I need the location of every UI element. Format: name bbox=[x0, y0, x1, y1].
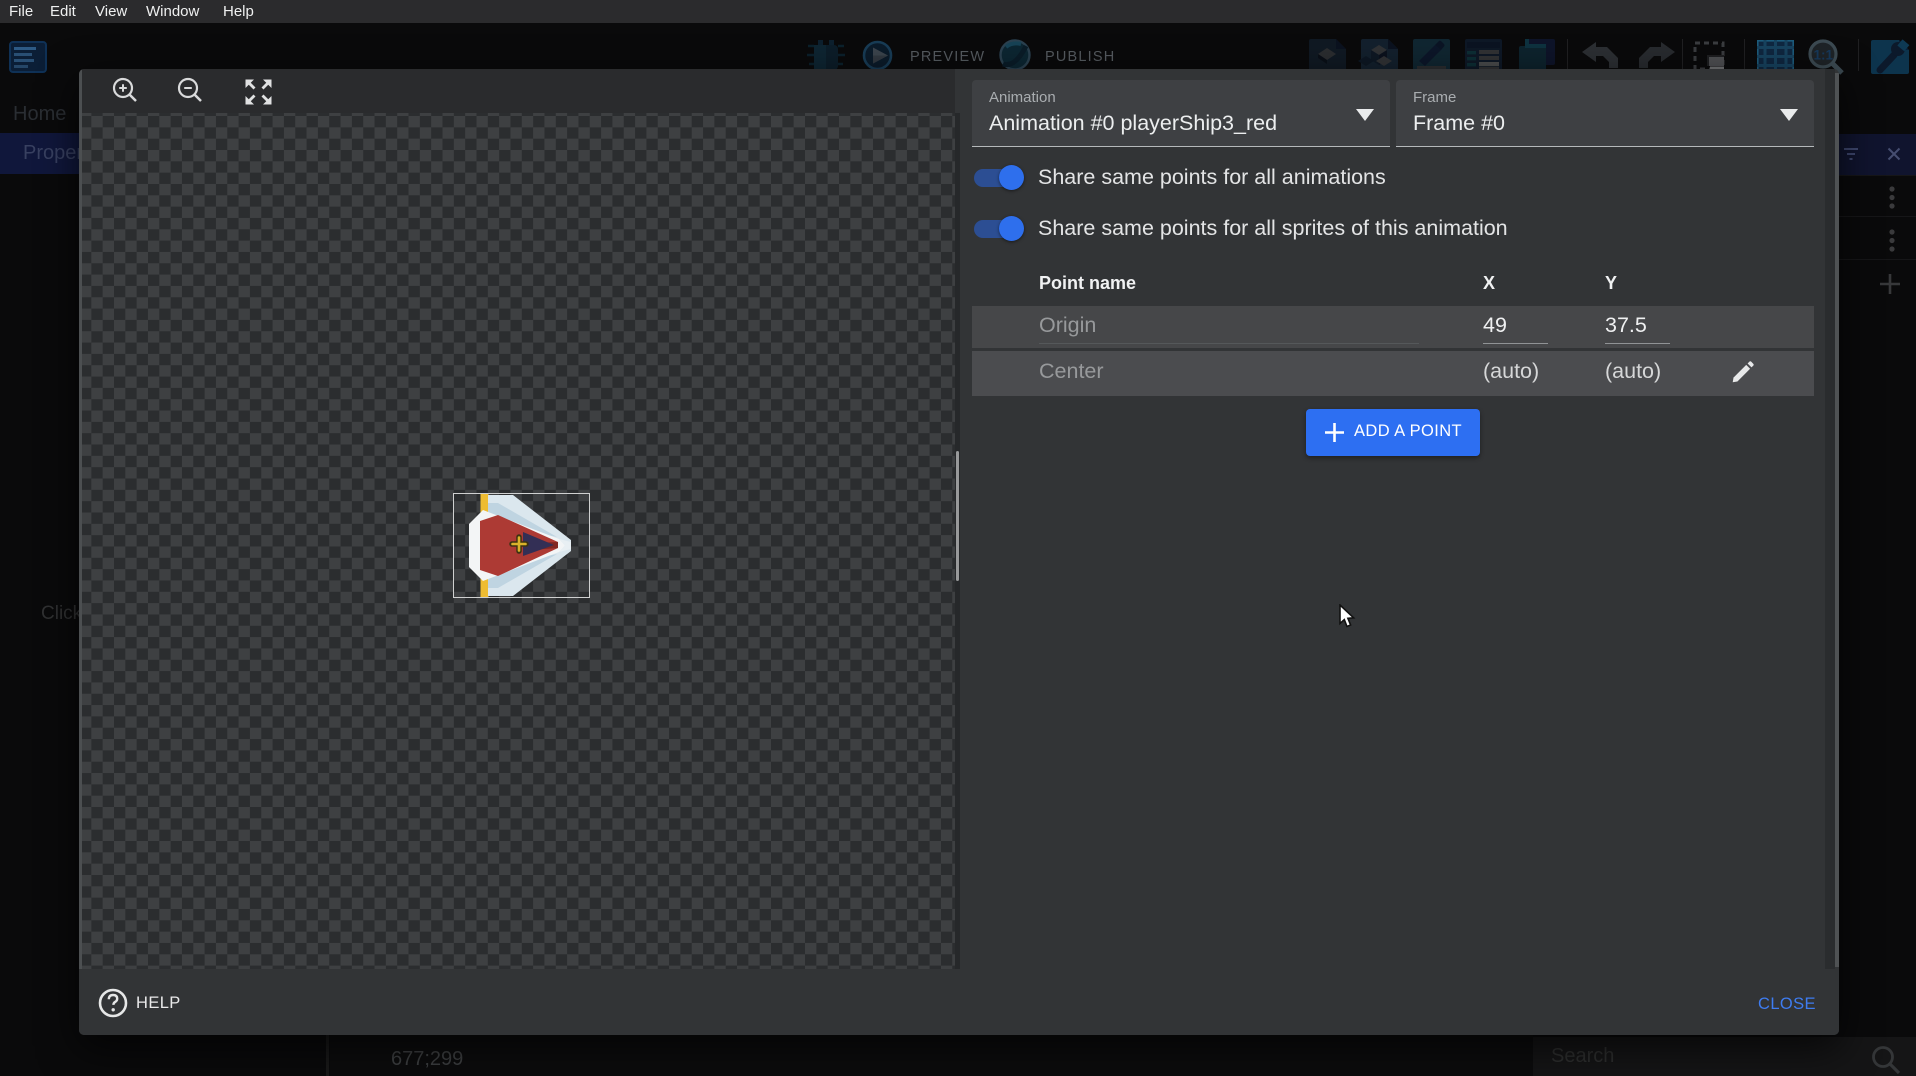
svg-text:1:1: 1:1 bbox=[1814, 48, 1834, 63]
